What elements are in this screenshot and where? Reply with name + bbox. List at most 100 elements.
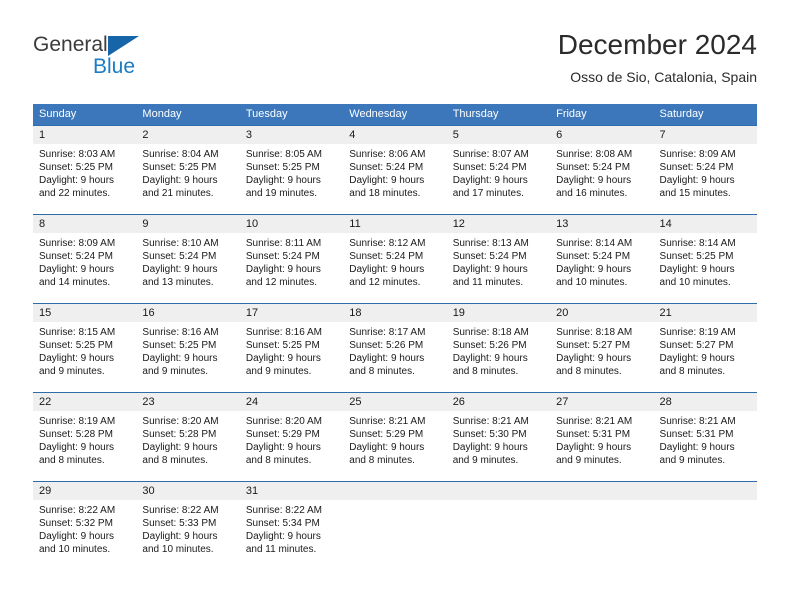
day-cell[interactable]: 28 Sunrise: 8:21 AM Sunset: 5:31 PM Dayl… (653, 393, 757, 481)
day-cell[interactable]: 6 Sunrise: 8:08 AM Sunset: 5:24 PM Dayli… (550, 126, 654, 214)
day-number: 3 (239, 126, 344, 144)
day-cell[interactable]: 19 Sunrise: 8:18 AM Sunset: 5:26 PM Dayl… (446, 304, 551, 392)
day-cell[interactable]: 21 Sunrise: 8:19 AM Sunset: 5:27 PM Dayl… (653, 304, 757, 392)
sunrise-text: Sunrise: 8:04 AM (142, 149, 219, 160)
daylight-text-line2: and 12 minutes. (349, 277, 421, 288)
sunset-text: Sunset: 5:24 PM (349, 251, 424, 262)
day-cell[interactable]: 29 Sunrise: 8:22 AM Sunset: 5:32 PM Dayl… (33, 482, 137, 570)
day-number: 2 (136, 126, 240, 144)
daylight-text-line2: and 8 minutes. (452, 366, 519, 377)
day-cell[interactable]: 11 Sunrise: 8:12 AM Sunset: 5:24 PM Dayl… (343, 215, 447, 303)
day-cell[interactable]: 13 Sunrise: 8:14 AM Sunset: 5:24 PM Dayl… (550, 215, 654, 303)
day-cell[interactable]: 4 Sunrise: 8:06 AM Sunset: 5:24 PM Dayli… (343, 126, 447, 214)
sunrise-text: Sunrise: 8:03 AM (39, 149, 116, 160)
day-cell[interactable]: 22 Sunrise: 8:19 AM Sunset: 5:28 PM Dayl… (33, 393, 137, 481)
day-details: Sunrise: 8:07 AM Sunset: 5:24 PM Dayligh… (447, 144, 550, 200)
day-number: 8 (33, 215, 137, 233)
daylight-text-line1: Daylight: 9 hours (349, 175, 425, 186)
daylight-text-line1: Daylight: 9 hours (245, 264, 321, 275)
day-number: 29 (33, 482, 137, 500)
daylight-text-line2: and 15 minutes. (659, 188, 731, 199)
day-cell[interactable]: 24 Sunrise: 8:20 AM Sunset: 5:29 PM Dayl… (239, 393, 344, 481)
day-details: Sunrise: 8:18 AM Sunset: 5:27 PM Dayligh… (550, 322, 653, 378)
daylight-text-line2: and 9 minutes. (556, 455, 622, 466)
sunset-text: Sunset: 5:31 PM (659, 429, 734, 440)
day-number: 25 (343, 393, 447, 411)
sunset-text: Sunset: 5:25 PM (39, 162, 113, 173)
page-header: General Blue December 2024 Osso de Sio, … (0, 0, 792, 104)
day-number: 31 (239, 482, 344, 500)
day-cell[interactable]: 15 Sunrise: 8:15 AM Sunset: 5:25 PM Dayl… (33, 304, 137, 392)
daylight-text-line2: and 8 minutes. (142, 455, 209, 466)
day-details: Sunrise: 8:19 AM Sunset: 5:27 PM Dayligh… (654, 322, 757, 378)
day-cell[interactable]: 7 Sunrise: 8:09 AM Sunset: 5:24 PM Dayli… (653, 126, 757, 214)
day-cell[interactable]: 1 Sunrise: 8:03 AM Sunset: 5:25 PM Dayli… (33, 126, 137, 214)
daylight-text-line2: and 9 minutes. (142, 366, 209, 377)
sunset-text: Sunset: 5:24 PM (39, 251, 113, 262)
day-cell[interactable]: 17 Sunrise: 8:16 AM Sunset: 5:25 PM Dayl… (239, 304, 344, 392)
day-number: 28 (653, 393, 757, 411)
sunset-text: Sunset: 5:26 PM (349, 340, 424, 351)
day-cell[interactable]: 12 Sunrise: 8:13 AM Sunset: 5:24 PM Dayl… (446, 215, 551, 303)
daylight-text-line2: and 10 minutes. (659, 277, 731, 288)
day-number: 30 (136, 482, 240, 500)
sunset-text: Sunset: 5:24 PM (349, 162, 424, 173)
daylight-text-line1: Daylight: 9 hours (659, 353, 735, 364)
day-details: Sunrise: 8:19 AM Sunset: 5:28 PM Dayligh… (33, 411, 136, 467)
daylight-text-line2: and 22 minutes. (39, 188, 111, 199)
day-details: Sunrise: 8:09 AM Sunset: 5:24 PM Dayligh… (33, 233, 136, 289)
day-cell[interactable]: 20 Sunrise: 8:18 AM Sunset: 5:27 PM Dayl… (550, 304, 654, 392)
sunrise-text: Sunrise: 8:14 AM (659, 238, 736, 249)
daylight-text-line2: and 8 minutes. (39, 455, 105, 466)
day-details: Sunrise: 8:16 AM Sunset: 5:25 PM Dayligh… (136, 322, 239, 378)
daylight-text-line1: Daylight: 9 hours (452, 175, 528, 186)
day-cell[interactable]: 14 Sunrise: 8:14 AM Sunset: 5:25 PM Dayl… (653, 215, 757, 303)
day-cell[interactable]: 30 Sunrise: 8:22 AM Sunset: 5:33 PM Dayl… (136, 482, 240, 570)
day-cell[interactable]: 16 Sunrise: 8:16 AM Sunset: 5:25 PM Dayl… (136, 304, 240, 392)
sunset-text: Sunset: 5:34 PM (245, 518, 320, 529)
day-cell[interactable]: 18 Sunrise: 8:17 AM Sunset: 5:26 PM Dayl… (343, 304, 447, 392)
sunrise-text: Sunrise: 8:21 AM (659, 416, 736, 427)
sunrise-text: Sunrise: 8:19 AM (39, 416, 116, 427)
day-number (653, 482, 757, 500)
weekday-header-wednesday: Wednesday (349, 108, 408, 120)
weekday-header-monday: Monday (142, 108, 182, 120)
sunrise-text: Sunrise: 8:11 AM (245, 238, 322, 249)
day-cell-empty (550, 482, 654, 570)
day-cell[interactable]: 23 Sunrise: 8:20 AM Sunset: 5:28 PM Dayl… (136, 393, 240, 481)
day-cell[interactable]: 27 Sunrise: 8:21 AM Sunset: 5:31 PM Dayl… (550, 393, 654, 481)
day-details: Sunrise: 8:14 AM Sunset: 5:25 PM Dayligh… (654, 233, 757, 289)
sunset-text: Sunset: 5:32 PM (39, 518, 113, 529)
day-cell[interactable]: 2 Sunrise: 8:04 AM Sunset: 5:25 PM Dayli… (136, 126, 240, 214)
sunrise-text: Sunrise: 8:14 AM (556, 238, 633, 249)
daylight-text-line2: and 21 minutes. (142, 188, 214, 199)
day-cell[interactable]: 31 Sunrise: 8:22 AM Sunset: 5:34 PM Dayl… (239, 482, 344, 570)
day-number: 18 (343, 304, 447, 322)
day-number: 27 (550, 393, 654, 411)
day-details: Sunrise: 8:11 AM Sunset: 5:24 PM Dayligh… (240, 233, 343, 289)
day-number: 4 (343, 126, 447, 144)
sunrise-text: Sunrise: 8:06 AM (349, 149, 426, 160)
day-cell[interactable]: 5 Sunrise: 8:07 AM Sunset: 5:24 PM Dayli… (446, 126, 551, 214)
logo-triangle-icon (108, 36, 139, 56)
sunset-text: Sunset: 5:31 PM (556, 429, 631, 440)
sunrise-text: Sunrise: 8:08 AM (556, 149, 633, 160)
day-number (446, 482, 551, 500)
day-cell[interactable]: 10 Sunrise: 8:11 AM Sunset: 5:24 PM Dayl… (239, 215, 344, 303)
sunrise-text: Sunrise: 8:21 AM (556, 416, 633, 427)
day-cell[interactable]: 9 Sunrise: 8:10 AM Sunset: 5:24 PM Dayli… (136, 215, 240, 303)
general-blue-logo: General Blue (33, 33, 163, 81)
day-details: Sunrise: 8:22 AM Sunset: 5:34 PM Dayligh… (240, 500, 343, 556)
sunrise-text: Sunrise: 8:17 AM (349, 327, 426, 338)
day-cell[interactable]: 8 Sunrise: 8:09 AM Sunset: 5:24 PM Dayli… (33, 215, 137, 303)
logo-text-blue: Blue (93, 55, 136, 78)
daylight-text-line2: and 8 minutes. (556, 366, 622, 377)
day-details: Sunrise: 8:15 AM Sunset: 5:25 PM Dayligh… (33, 322, 136, 378)
day-cell[interactable]: 3 Sunrise: 8:05 AM Sunset: 5:25 PM Dayli… (239, 126, 344, 214)
day-number: 24 (239, 393, 344, 411)
day-cell[interactable]: 25 Sunrise: 8:21 AM Sunset: 5:29 PM Dayl… (343, 393, 447, 481)
daylight-text-line2: and 17 minutes. (452, 188, 524, 199)
day-number: 12 (446, 215, 551, 233)
calendar-page: General Blue December 2024 Osso de Sio, … (0, 0, 792, 612)
day-cell[interactable]: 26 Sunrise: 8:21 AM Sunset: 5:30 PM Dayl… (446, 393, 551, 481)
